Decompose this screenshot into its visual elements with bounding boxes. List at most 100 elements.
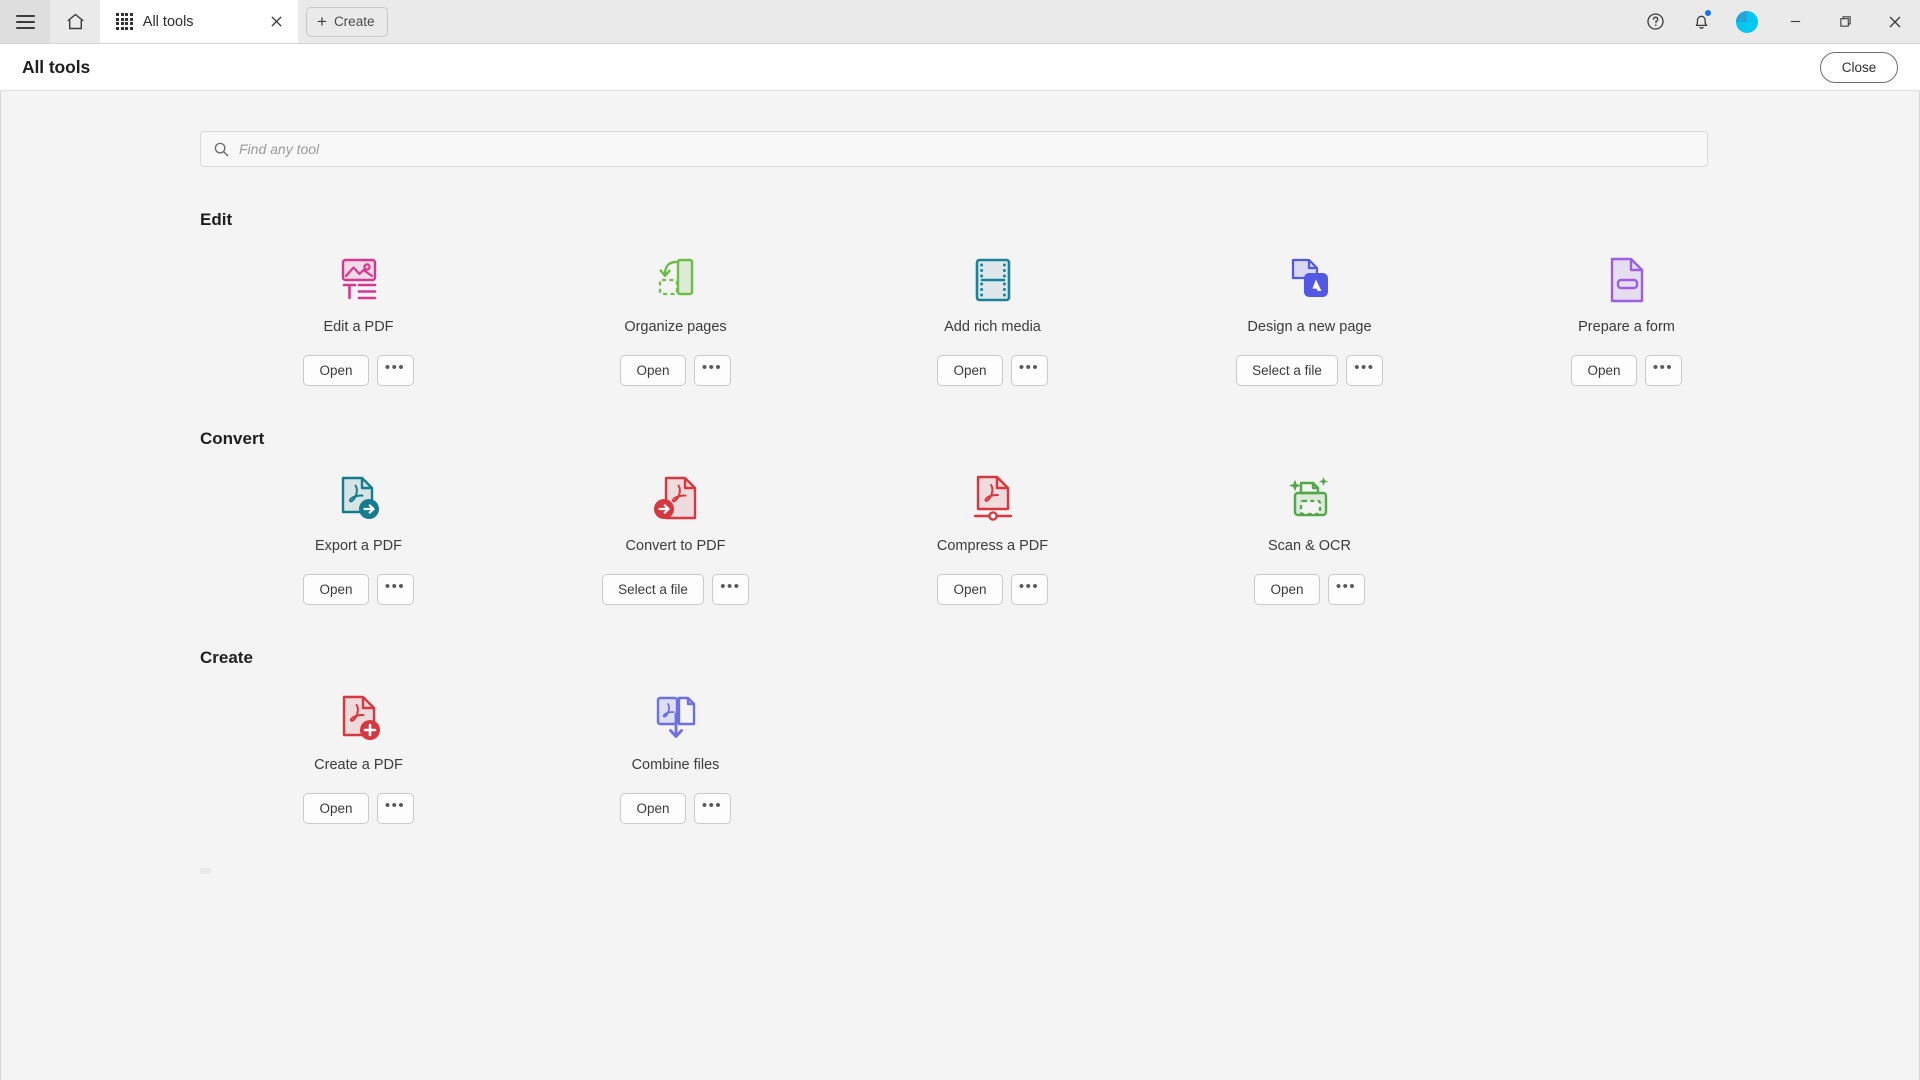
design-new-page-icon (1282, 252, 1338, 308)
tool-actions: Open ••• (1254, 574, 1364, 605)
window-close-button[interactable] (1870, 0, 1920, 43)
search-input[interactable] (239, 141, 1695, 157)
peek-placeholder (200, 868, 211, 874)
tool-label: Scan & OCR (1268, 538, 1351, 554)
window-minimize-button[interactable] (1770, 0, 1820, 43)
tool-primary-action-button[interactable]: Open (1571, 355, 1636, 386)
tool-primary-action-button[interactable]: Open (303, 793, 368, 824)
create-button[interactable]: + Create (306, 7, 388, 37)
close-tools-button[interactable]: Close (1820, 52, 1898, 83)
titlebar-right-group (1632, 0, 1920, 43)
window-maximize-button[interactable] (1820, 0, 1870, 43)
tool-row: Edit a PDFOpen••• Organize pagesOpen••• … (200, 230, 1919, 386)
notifications-button[interactable] (1678, 0, 1724, 43)
tool-primary-action-button[interactable]: Open (937, 355, 1002, 386)
search-wrapper (1, 131, 1919, 167)
help-button[interactable] (1632, 0, 1678, 43)
plus-icon: + (317, 13, 327, 30)
tool-more-options-button[interactable]: ••• (1346, 355, 1383, 386)
combine-files-icon (648, 690, 704, 746)
organize-pages-icon (648, 252, 704, 308)
search-icon (213, 141, 230, 158)
search-box[interactable] (200, 131, 1708, 167)
prepare-form-icon (1599, 252, 1655, 308)
tool-card[interactable]: Design a new page Select a file ••• (1151, 230, 1468, 386)
tool-card[interactable]: Scan & OCR Open ••• (1151, 449, 1468, 605)
edit-pdf-icon (331, 252, 387, 308)
app-menu-button[interactable] (0, 0, 50, 43)
close-tools-label: Close (1842, 60, 1877, 75)
page-header: All tools Close (0, 44, 1920, 91)
tab-label: All tools (143, 14, 254, 30)
title-bar: All tools + Create (0, 0, 1920, 44)
tab-all-tools[interactable]: All tools (100, 0, 298, 43)
tool-actions: Open ••• (1571, 355, 1681, 386)
tool-primary-action-button[interactable]: Select a file (1236, 355, 1338, 386)
tool-actions: Open ••• (303, 793, 413, 824)
tool-section: Create Create a PDFOpen••• Combine files… (1, 648, 1919, 824)
tool-row: Create a PDFOpen••• Combine filesOpen••• (200, 668, 1919, 824)
create-button-label: Create (334, 14, 375, 29)
tool-actions: Open ••• (937, 574, 1047, 605)
tool-more-options-button[interactable]: ••• (694, 355, 731, 386)
scan-ocr-icon (1282, 471, 1338, 527)
tools-content-area: Edit Edit a PDFOpen••• Organize pagesOpe… (0, 91, 1920, 1080)
minimize-icon (1789, 15, 1802, 28)
tool-label: Organize pages (624, 319, 726, 335)
tool-more-options-button[interactable]: ••• (1011, 355, 1048, 386)
tab-close-button[interactable] (264, 10, 288, 34)
tool-card[interactable]: Organize pages Open ••• (517, 230, 834, 386)
tool-card[interactable]: Combine filesOpen••• (517, 668, 834, 824)
tool-primary-action-button[interactable]: Open (620, 355, 685, 386)
tool-label: Export a PDF (315, 538, 402, 554)
tool-card[interactable]: Compress a PDFOpen••• (834, 449, 1151, 605)
tool-primary-action-button[interactable]: Open (620, 793, 685, 824)
compress-pdf-icon (965, 471, 1021, 527)
tool-primary-action-button[interactable]: Open (303, 355, 368, 386)
help-circle-icon (1645, 11, 1666, 32)
tool-card[interactable]: Add rich media Open ••• (834, 230, 1151, 386)
tool-label: Create a PDF (314, 757, 403, 773)
home-button[interactable] (50, 0, 100, 43)
tool-section: Edit Edit a PDFOpen••• Organize pagesOpe… (1, 210, 1919, 386)
tool-primary-action-button[interactable]: Open (937, 574, 1002, 605)
tool-actions: Open ••• (303, 355, 413, 386)
tool-more-options-button[interactable]: ••• (1011, 574, 1048, 605)
convert-to-pdf-icon (648, 471, 704, 527)
tool-actions: Open ••• (620, 355, 730, 386)
close-icon (270, 15, 283, 28)
tool-more-options-button[interactable]: ••• (377, 793, 414, 824)
tool-primary-action-button[interactable]: Select a file (602, 574, 704, 605)
tool-primary-action-button[interactable]: Open (303, 574, 368, 605)
tool-row: Export a PDFOpen••• Convert to PDFSelect… (200, 449, 1919, 605)
account-button[interactable] (1724, 0, 1770, 43)
tool-label: Edit a PDF (323, 319, 393, 335)
tool-card[interactable]: Export a PDF Open ••• (200, 449, 517, 605)
tool-more-options-button[interactable]: ••• (712, 574, 749, 605)
tool-actions: Select a file ••• (602, 574, 749, 605)
tool-card[interactable]: Convert to PDFSelect a file••• (517, 449, 834, 605)
tool-actions: Open ••• (620, 793, 730, 824)
export-pdf-icon (331, 471, 387, 527)
grid-icon (116, 13, 133, 30)
tool-sections: Edit Edit a PDFOpen••• Organize pagesOpe… (1, 210, 1919, 824)
tool-more-options-button[interactable]: ••• (1328, 574, 1365, 605)
tool-label: Add rich media (944, 319, 1041, 335)
tool-actions: Select a file ••• (1236, 355, 1383, 386)
tool-more-options-button[interactable]: ••• (1645, 355, 1682, 386)
tool-more-options-button[interactable]: ••• (377, 355, 414, 386)
tool-actions: Open ••• (937, 355, 1047, 386)
tool-label: Design a new page (1247, 319, 1371, 335)
tool-more-options-button[interactable]: ••• (377, 574, 414, 605)
tool-primary-action-button[interactable]: Open (1254, 574, 1319, 605)
window-close-icon (1888, 15, 1902, 29)
avatar (1736, 11, 1758, 33)
tool-card[interactable]: Create a PDF Open ••• (200, 668, 517, 824)
tool-card[interactable]: Prepare a form Open ••• (1468, 230, 1785, 386)
section-title: Convert (200, 429, 1919, 449)
section-title: Create (200, 648, 1919, 668)
tool-more-options-button[interactable]: ••• (694, 793, 731, 824)
tool-card[interactable]: Edit a PDF Open ••• (200, 230, 517, 386)
tool-label: Prepare a form (1578, 319, 1675, 335)
restore-icon (1839, 15, 1852, 28)
